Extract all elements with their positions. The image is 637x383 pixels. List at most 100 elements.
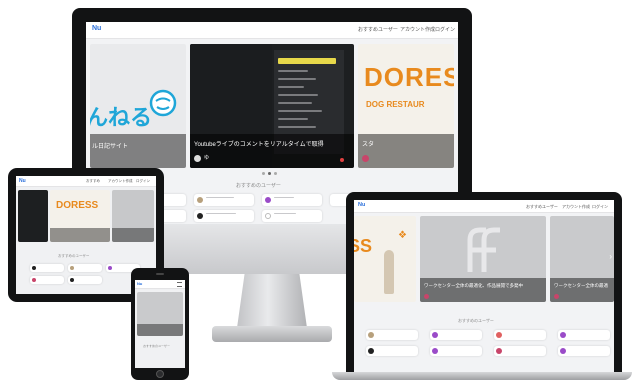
carousel-slide-1[interactable]: んねる ル日記サイト <box>90 44 186 168</box>
user-avatar <box>362 155 369 162</box>
slide-title: ワークセンター全体の最適 <box>554 283 608 288</box>
monitor-stand-base <box>212 326 332 342</box>
avatar <box>32 266 36 270</box>
user-card[interactable] <box>262 194 322 206</box>
carousel-dot-active[interactable] <box>340 158 344 162</box>
menu-line <box>278 70 308 72</box>
avatar <box>197 197 203 203</box>
dores-logo: DORES <box>364 62 454 92</box>
user-card[interactable] <box>262 210 322 222</box>
slide-overlay <box>137 324 183 336</box>
menu-icon[interactable] <box>177 282 182 287</box>
slide-title: Youtubeライブのコメントをリアルタイムで取得 <box>194 142 324 148</box>
laptop-base <box>332 372 632 380</box>
menu-line <box>278 94 318 96</box>
monitor-stand-neck <box>236 270 308 330</box>
nav-recommended-users[interactable]: おすすめユーザー <box>526 204 558 210</box>
user-card[interactable] <box>494 330 546 340</box>
avatar <box>265 213 271 219</box>
ff-logo-icon <box>467 227 500 272</box>
user-card[interactable] <box>68 276 102 284</box>
carousel-next-icon[interactable]: › <box>609 252 612 261</box>
dores-fragment: SS <box>354 236 373 256</box>
laptop-device: Nu おすすめユーザー アカウント作成 ログイン SS ❖ ワークセンター全体の… <box>332 192 632 382</box>
user-card[interactable] <box>558 330 610 340</box>
slide-title: スタ <box>362 142 375 148</box>
carousel-dot[interactable] <box>262 172 265 175</box>
user-card[interactable] <box>558 346 610 356</box>
avatar <box>496 332 502 338</box>
dog-figure <box>384 250 394 294</box>
avatar <box>368 332 374 338</box>
tablet-slide-right[interactable] <box>112 190 154 242</box>
carousel-slide-3[interactable]: DORES DOG RESTAUR スタ <box>358 44 454 168</box>
slide-overlay <box>90 134 186 168</box>
avatar <box>265 197 271 203</box>
section-title: おすすめのユーザー <box>58 254 90 258</box>
carousel-dot[interactable] <box>268 172 271 175</box>
avatar <box>560 348 566 354</box>
slide-logo-text: んねる <box>90 105 153 130</box>
phone-home-button[interactable] <box>156 370 164 378</box>
paw-icon: ❖ <box>398 230 407 241</box>
laptop-slide-center[interactable]: ワークセンター全体の最適化、作品展開で多発中 <box>420 216 546 302</box>
tablet-slide-left[interactable] <box>18 190 48 242</box>
dores-logo: DORESS <box>56 200 99 211</box>
section-title: おすすめのユーザー <box>458 318 494 323</box>
nav-recommended-users[interactable]: おすすめユーザー <box>358 26 398 33</box>
user-card[interactable] <box>430 346 482 356</box>
user-name-line <box>206 197 234 198</box>
user-avatar <box>194 155 201 162</box>
site-logo[interactable]: Nu <box>137 281 142 286</box>
user-card[interactable] <box>366 330 418 340</box>
user-card[interactable] <box>430 330 482 340</box>
phone-screen: Nu おすすめのユーザー <box>135 280 185 368</box>
site-logo[interactable]: Nu <box>92 25 101 32</box>
mascot-icon <box>149 89 177 117</box>
menu-line <box>278 78 316 80</box>
carousel-dot[interactable] <box>274 172 277 175</box>
menu-line <box>278 126 316 128</box>
nav-recommended[interactable]: おすすめ <box>86 179 100 184</box>
user-name-line <box>274 197 294 198</box>
phone-slide[interactable] <box>137 292 183 336</box>
nav-login[interactable]: ログイン <box>592 204 608 210</box>
user-name-line <box>274 213 296 214</box>
user-card[interactable] <box>30 276 64 284</box>
avatar <box>496 348 502 354</box>
user-avatar <box>554 294 559 299</box>
avatar <box>70 266 74 270</box>
user-card[interactable] <box>366 346 418 356</box>
carousel-dots <box>262 172 282 175</box>
user-card[interactable] <box>194 210 254 222</box>
laptop-screen: Nu おすすめユーザー アカウント作成 ログイン SS ❖ ワークセンター全体の… <box>354 200 614 372</box>
section-title: おすすめのユーザー <box>236 183 281 189</box>
menu-line <box>278 102 312 104</box>
laptop-header: Nu おすすめユーザー アカウント作成 ログイン <box>354 200 614 213</box>
user-name-line <box>206 213 236 214</box>
user-card[interactable] <box>68 264 102 272</box>
nav-login[interactable]: ログイン <box>136 179 150 184</box>
dores-subtitle: DOG RESTAUR <box>366 100 425 109</box>
nav-login[interactable]: ログイン <box>435 26 455 33</box>
carousel-slide-2[interactable]: Youtubeライブのコメントをリアルタイムで取得 ゆ <box>190 44 354 168</box>
nav-create-account[interactable]: アカウント作成 <box>108 179 133 184</box>
user-card[interactable] <box>194 194 254 206</box>
slide-title: ワークセンター全体の最適化、作品展開で多発中 <box>424 283 523 288</box>
slide-overlay <box>112 228 154 242</box>
laptop-slide-left[interactable]: SS ❖ <box>354 216 416 302</box>
avatar <box>32 278 36 282</box>
site-logo[interactable]: Nu <box>19 178 26 184</box>
nav-create-account[interactable]: アカウント作成 <box>400 26 435 33</box>
nav-create-account[interactable]: アカウント作成 <box>562 204 590 210</box>
menu-line <box>278 118 308 120</box>
laptop-slide-right[interactable]: ワークセンター全体の最適 › <box>550 216 614 302</box>
user-card[interactable] <box>494 346 546 356</box>
site-logo[interactable]: Nu <box>358 202 365 208</box>
user-card[interactable] <box>30 264 64 272</box>
slide-overlay <box>550 278 614 302</box>
menu-line <box>278 110 322 112</box>
avatar <box>432 332 438 338</box>
tablet-slide-center[interactable]: DORESS <box>50 190 110 242</box>
user-name: ゆ <box>204 155 210 161</box>
